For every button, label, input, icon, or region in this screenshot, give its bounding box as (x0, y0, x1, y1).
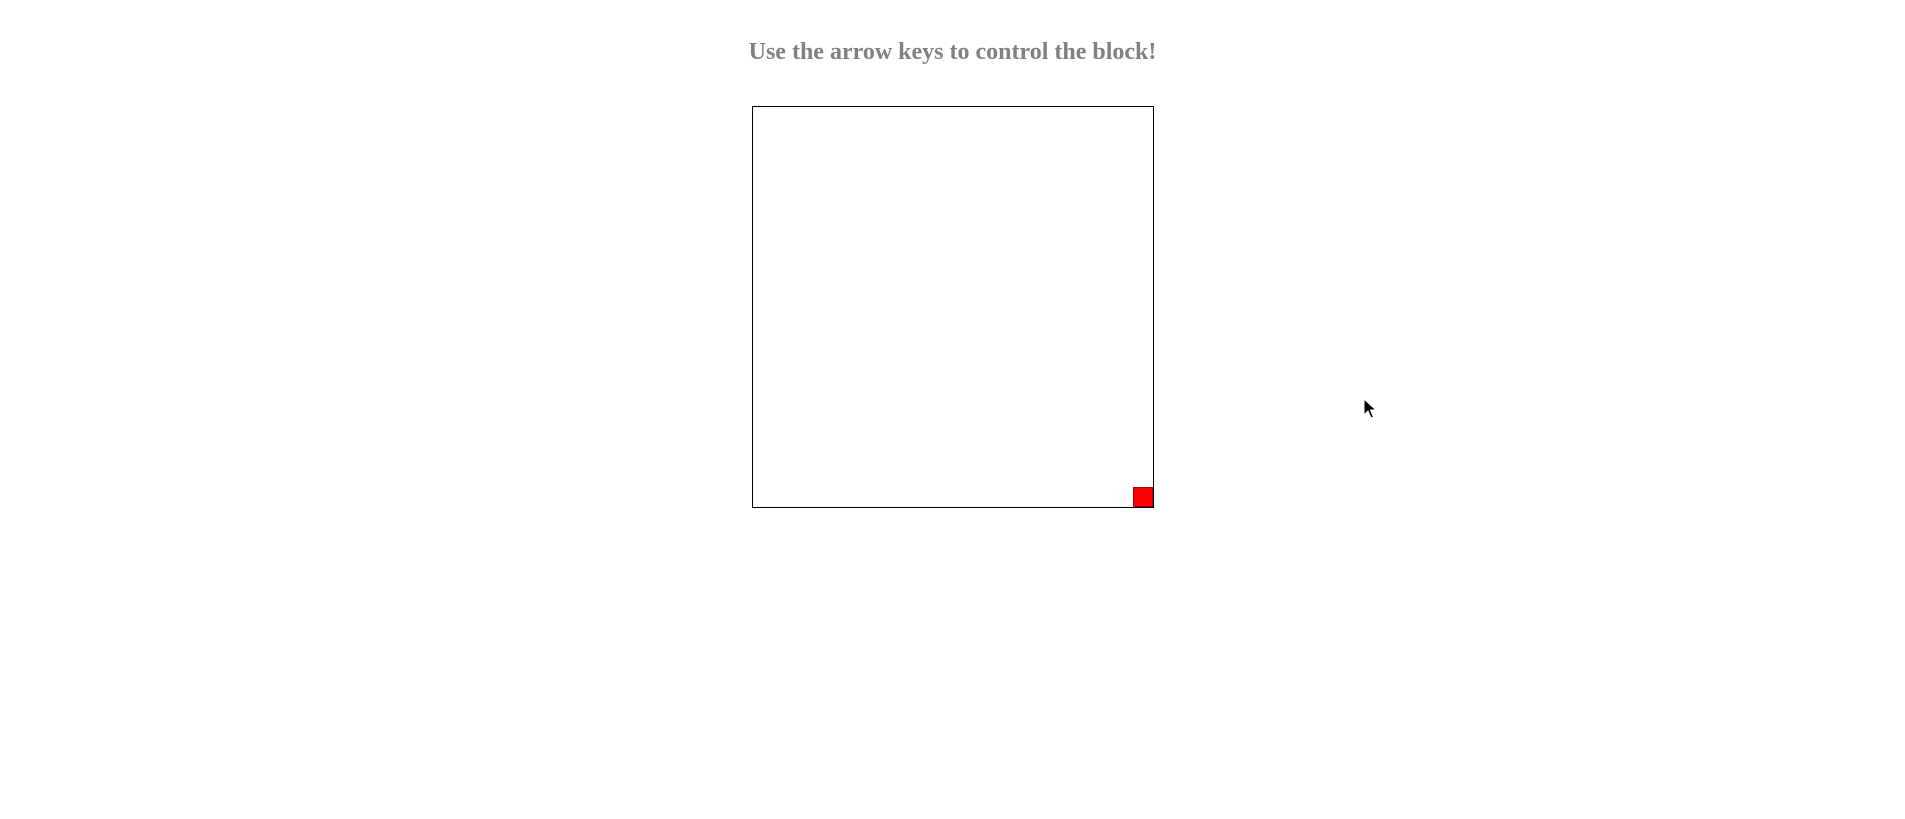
instruction-heading: Use the arrow keys to control the block! (748, 39, 1157, 65)
game-arena[interactable] (752, 106, 1154, 508)
game-page: Use the arrow keys to control the block! (0, 0, 1905, 819)
mouse-pointer-icon (1363, 398, 1377, 419)
player-block[interactable] (1133, 487, 1153, 507)
